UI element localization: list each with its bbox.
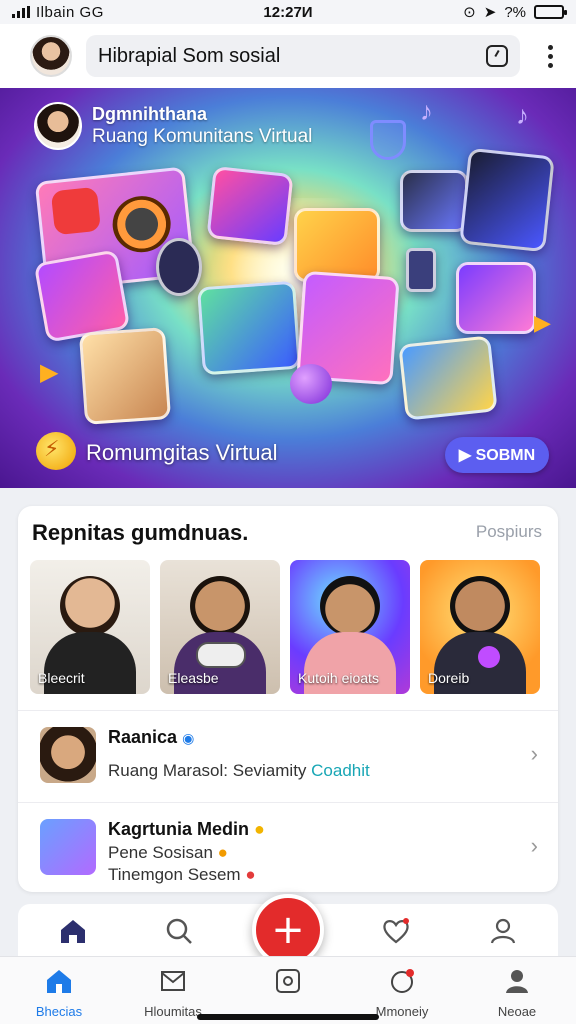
list-item-subtitle-2: Tinemgon Sesem ●: [108, 865, 256, 884]
hero-subtitle: Ruang Komunitans Virtual: [92, 126, 313, 147]
status-bar: Ilbain GG 12:27И ⊙ ➤ ?%: [0, 0, 576, 24]
carrier-name: Ilbain GG: [36, 3, 104, 21]
battery-percent: ?%: [504, 3, 526, 21]
alarm-icon: ⊙: [463, 4, 476, 21]
tab-home[interactable]: Bhecias: [4, 967, 114, 1019]
thumbnail-person: [320, 576, 380, 636]
monster-card: [197, 280, 301, 376]
play-icon: ▶: [534, 310, 551, 335]
home-icon[interactable]: [58, 916, 88, 946]
thumbnail-caption: Doreib: [428, 670, 470, 686]
tab-messages[interactable]: Hloumitas: [118, 967, 228, 1019]
mail-icon: [161, 971, 185, 991]
selfie-card: [400, 170, 468, 232]
list-item-tag: Coadhit: [311, 761, 370, 780]
hero-avatar[interactable]: [34, 102, 82, 150]
tab-label: Bhecias: [35, 1004, 83, 1019]
community-panel: Repnitas gumdnuas. Pospiurs Bleecrit Ele…: [18, 506, 558, 892]
thumbnail-caption: Bleecrit: [38, 670, 85, 686]
dollar-icon: [156, 238, 202, 296]
music-note-icon: ♪: [420, 96, 433, 126]
home-indicator: [197, 1014, 379, 1020]
see-more-link[interactable]: Pospiurs: [476, 522, 542, 542]
section-title: Repnitas gumdnuas.: [32, 520, 249, 545]
hero-cta-label: Romumgitas Virtual: [86, 440, 278, 465]
shield-icon: [370, 120, 406, 160]
game-board-card: [294, 208, 380, 282]
thumbnail-caption: Kutoih eioats: [298, 670, 379, 686]
join-button[interactable]: ▶ SOBMN: [445, 437, 549, 473]
thumbnail-row: Bleecrit Eleasbe Kutoih eioats Doreib: [30, 560, 540, 694]
play-icon: ▶: [40, 359, 59, 386]
hero-banner[interactable]: Dgmnihthana Ruang Komunitans Virtual ♪ ♪…: [0, 88, 576, 488]
home-icon: [47, 970, 71, 993]
history-icon[interactable]: [486, 45, 508, 67]
list-item[interactable]: Kagrtunia Medin ● Pene Sosisan ● Tinemgo…: [18, 802, 558, 894]
apple-icon: [290, 364, 332, 404]
cute-character-card: [398, 335, 498, 421]
gamepad-icon: [196, 642, 246, 668]
app-bar: Hibrapial Som sosial: [0, 24, 576, 88]
emoji-icon: ●: [254, 819, 265, 839]
hero-title: Dgmnihthana: [92, 104, 207, 124]
friends-photo-card: [78, 327, 172, 425]
tab-label: Neoae: [497, 1004, 537, 1019]
search-icon[interactable]: [164, 916, 194, 946]
list-item-name: Kagrtunia Medin ●: [108, 819, 265, 839]
microphone-icon: [478, 646, 500, 668]
signal-icon: [12, 6, 30, 18]
scan-icon: [276, 969, 300, 993]
profile-icon[interactable]: [488, 916, 518, 946]
thumbnail-person: [60, 576, 120, 636]
tab-profile[interactable]: Neoae: [462, 967, 572, 1019]
location-icon: ➤: [483, 4, 497, 21]
thumbnail-person: [450, 576, 510, 636]
bolt-icon: [36, 432, 76, 470]
more-options-icon[interactable]: [538, 44, 562, 68]
phones-card: [459, 147, 555, 253]
emoji-icon: ●: [245, 865, 256, 884]
plus-icon: +: [271, 907, 305, 953]
phone-card: [33, 249, 131, 343]
list-item-subtitle: Pene Sosisan ●: [108, 843, 228, 862]
chevron-right-icon: ›: [530, 833, 538, 858]
thumbnail-card[interactable]: Bleecrit: [30, 560, 150, 694]
controller-icon: [406, 248, 436, 292]
verified-icon: ◉: [182, 730, 195, 746]
chevron-right-icon: ›: [530, 741, 538, 766]
heart-icon[interactable]: [381, 916, 411, 946]
user-avatar[interactable]: [30, 35, 72, 77]
music-note-icon: ♪: [516, 100, 529, 130]
thumbnail-person: [190, 576, 250, 636]
search-text: Hibrapial Som sosial: [98, 44, 281, 67]
list-item-avatar: [40, 819, 96, 875]
thumbnail-caption: Eleasbe: [168, 670, 219, 686]
battery-icon: [534, 5, 567, 19]
heart-icon: [50, 186, 102, 236]
search-bar[interactable]: Hibrapial Som sosial: [86, 35, 520, 77]
thumbnail-card[interactable]: Eleasbe: [160, 560, 280, 694]
list-item-name: Raanica ◉: [108, 727, 195, 747]
photo-card: [206, 166, 294, 246]
list-item-subtitle: Ruang Marasol: Seviamity Coadhit: [108, 761, 370, 780]
tab-scan[interactable]: [233, 967, 343, 1004]
emoji-icon: ●: [217, 843, 228, 862]
thumbnail-card[interactable]: Kutoih eioats: [290, 560, 410, 694]
thumbnail-card[interactable]: Doreib: [420, 560, 540, 694]
friends-card: [456, 262, 536, 334]
tab-notifications[interactable]: Mmoneiy: [347, 967, 457, 1019]
profile-icon: [506, 970, 528, 993]
list-item-avatar: [40, 727, 96, 783]
list-item[interactable]: Raanica ◉ Ruang Marasol: Seviamity Coadh…: [18, 710, 558, 802]
notification-icon: [391, 969, 414, 993]
